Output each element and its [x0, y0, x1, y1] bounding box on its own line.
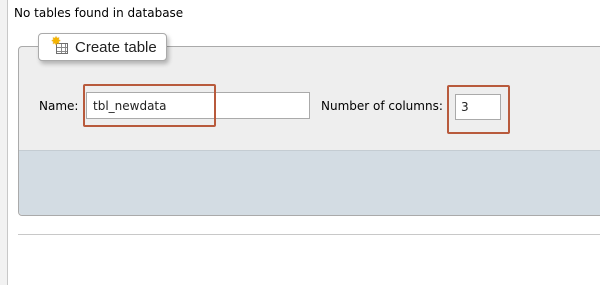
new-table-icon: ✸ [51, 34, 70, 56]
create-table-footer [19, 150, 600, 215]
left-navigation-edge [0, 0, 8, 285]
no-tables-notice: No tables found in database [14, 6, 184, 20]
create-table-title: Create table [75, 38, 157, 56]
number-of-columns-input[interactable] [455, 94, 501, 120]
create-table-fieldset [18, 46, 600, 216]
number-of-columns-label: Number of columns: [321, 99, 443, 113]
create-table-legend: ✸ Create table [38, 33, 167, 61]
table-name-input[interactable] [86, 92, 310, 119]
table-name-label: Name: [39, 99, 79, 113]
content-divider [18, 234, 600, 235]
